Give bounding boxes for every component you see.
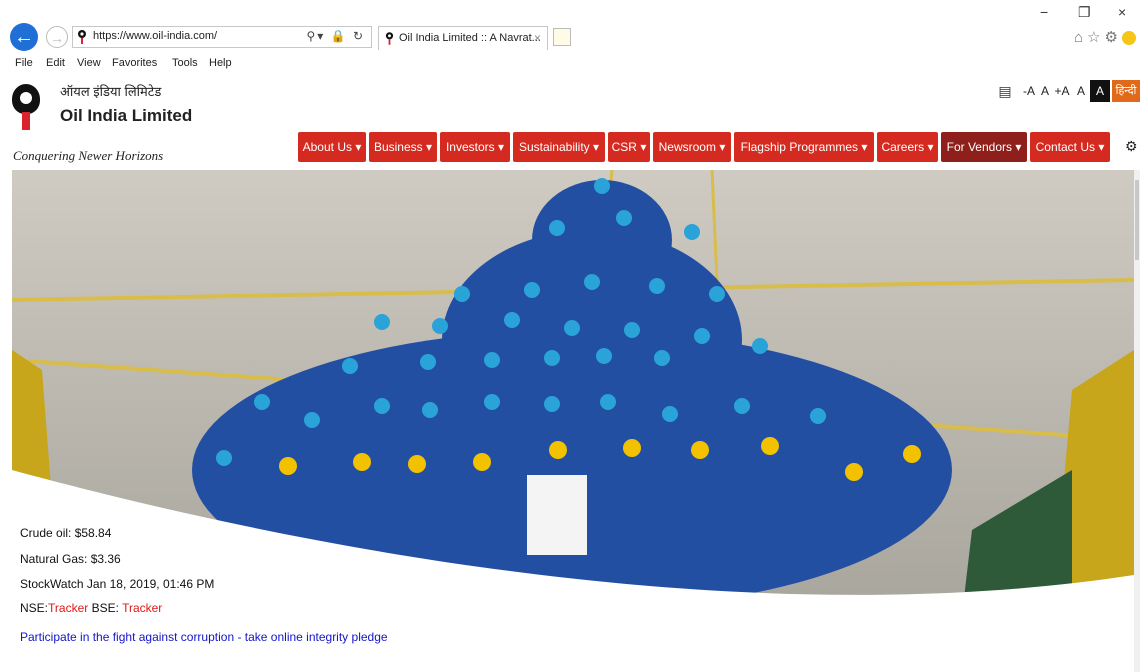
stock-trackers: NSE:Tracker BSE: Tracker <box>20 601 162 615</box>
nav-sustainability[interactable]: Sustainability ▾ <box>513 132 605 162</box>
chevron-down-icon: ▾ <box>498 140 505 154</box>
nav-investors[interactable]: Investors ▾ <box>440 132 510 162</box>
minimize-button[interactable]: − <box>1040 4 1048 20</box>
menu-bar: File Edit View Favorites Tools Help <box>0 56 1140 75</box>
menu-view[interactable]: View <box>77 57 101 69</box>
tab-favicon-icon <box>385 32 394 45</box>
nav-newsroom[interactable]: Newsroom ▾ <box>653 132 731 162</box>
logo-english-text: Oil India Limited <box>60 106 193 125</box>
site-header: ऑयल इंडिया लिमिटेड Oil India Limited Con… <box>0 74 1140 170</box>
screen-reader-icon[interactable]: ▤ <box>994 80 1016 102</box>
font-increase-button[interactable]: +A <box>1052 80 1072 102</box>
lock-icon: 🔒 <box>330 29 348 43</box>
back-button[interactable]: ← <box>10 23 38 51</box>
close-window-button[interactable]: × <box>1118 4 1126 20</box>
feedback-smiley-icon[interactable] <box>1122 31 1136 46</box>
nse-label: NSE: <box>20 601 49 615</box>
menu-help[interactable]: Help <box>209 57 232 69</box>
toolbar-icons: ⌂☆⚙ <box>1074 28 1136 46</box>
font-decrease-button[interactable]: -A <box>1020 80 1038 102</box>
nse-tracker-link[interactable]: Tracker <box>48 601 88 615</box>
crude-oil-price: Crude oil: $58.84 <box>20 526 112 540</box>
bse-tracker-link[interactable]: Tracker <box>122 601 162 615</box>
chevron-down-icon: ▾ <box>426 140 433 154</box>
chevron-down-icon: ▾ <box>927 140 934 154</box>
chevron-down-icon: ▾ <box>719 140 726 154</box>
hero-photo-illustration <box>12 170 1134 615</box>
refresh-icon[interactable]: ↻ <box>353 29 365 43</box>
hindi-language-button[interactable]: हिन्दी <box>1112 80 1140 102</box>
nav-business[interactable]: Business ▾ <box>369 132 437 162</box>
contrast-dark-button[interactable]: A <box>1090 80 1110 102</box>
bse-label: BSE: <box>91 601 119 615</box>
logo-drop-icon <box>12 84 40 114</box>
arrow-left-icon: ← <box>14 26 34 48</box>
menu-edit[interactable]: Edit <box>46 57 65 69</box>
tab-title: Oil India Limited :: A Navrat... <box>399 32 541 44</box>
stockwatch-timestamp: StockWatch Jan 18, 2019, 01:46 PM <box>20 577 215 591</box>
site-pin-icon <box>78 30 86 44</box>
url-text: https://www.oil-india.com/ <box>93 30 218 42</box>
nav-about-us[interactable]: About Us ▾ <box>298 132 366 162</box>
arrow-right-icon: → <box>50 30 64 46</box>
restore-button[interactable]: ❐ <box>1078 4 1091 21</box>
browser-tab[interactable]: Oil India Limited :: A Navrat... × <box>378 26 548 50</box>
address-actions[interactable]: ⚲▾ 🔒 ↻ <box>306 29 365 43</box>
chevron-down-icon: ▾ <box>593 140 600 154</box>
scrollbar-thumb[interactable] <box>1135 180 1139 260</box>
address-bar[interactable]: https://www.oil-india.com/ ⚲▾ 🔒 ↻ <box>72 26 372 48</box>
menu-favorites[interactable]: Favorites <box>112 57 157 69</box>
settings-gear-icon[interactable]: ⚙ <box>1105 29 1122 46</box>
forward-button[interactable]: → <box>46 26 68 48</box>
integrity-pledge-link[interactable]: Participate in the fight against corrupt… <box>20 630 388 644</box>
chevron-down-icon: ▾ <box>861 140 868 154</box>
font-normal-button[interactable]: A <box>1038 80 1052 102</box>
logo-stem-mark <box>22 112 30 130</box>
chevron-down-icon: ▾ <box>355 140 362 154</box>
nav-flagship-programmes[interactable]: Flagship Programmes ▾ <box>734 132 874 162</box>
favorites-star-icon[interactable]: ☆ <box>1087 29 1104 46</box>
nav-csr[interactable]: CSR ▾ <box>608 132 650 162</box>
settings-icon[interactable]: ⚙ <box>1125 138 1138 155</box>
menu-tools[interactable]: Tools <box>172 57 198 69</box>
natural-gas-price: Natural Gas: $3.36 <box>20 552 121 566</box>
new-tab-button[interactable] <box>553 28 571 46</box>
hero-banner-image <box>12 170 1134 615</box>
menu-file[interactable]: File <box>15 57 33 69</box>
tab-close-icon[interactable]: × <box>534 31 541 45</box>
nav-for-vendors[interactable]: For Vendors ▾ <box>941 132 1027 162</box>
chevron-down-icon: ▾ <box>1098 140 1105 154</box>
search-icon[interactable]: ⚲ <box>306 29 317 43</box>
chevron-down-icon: ▾ <box>1015 140 1022 154</box>
logo-hindi-text: ऑयल इंडिया लिमिटेड <box>60 84 162 99</box>
home-icon[interactable]: ⌂ <box>1074 29 1087 46</box>
tagline: Conquering Newer Horizons <box>13 148 164 163</box>
chevron-down-icon: ▾ <box>640 140 647 154</box>
nav-careers[interactable]: Careers ▾ <box>877 132 938 162</box>
contrast-light-button[interactable]: A <box>1072 80 1090 102</box>
browser-chrome: ← → https://www.oil-india.com/ ⚲▾ 🔒 ↻ Oi… <box>0 0 1140 56</box>
nav-contact-us[interactable]: Contact Us ▾ <box>1030 132 1110 162</box>
